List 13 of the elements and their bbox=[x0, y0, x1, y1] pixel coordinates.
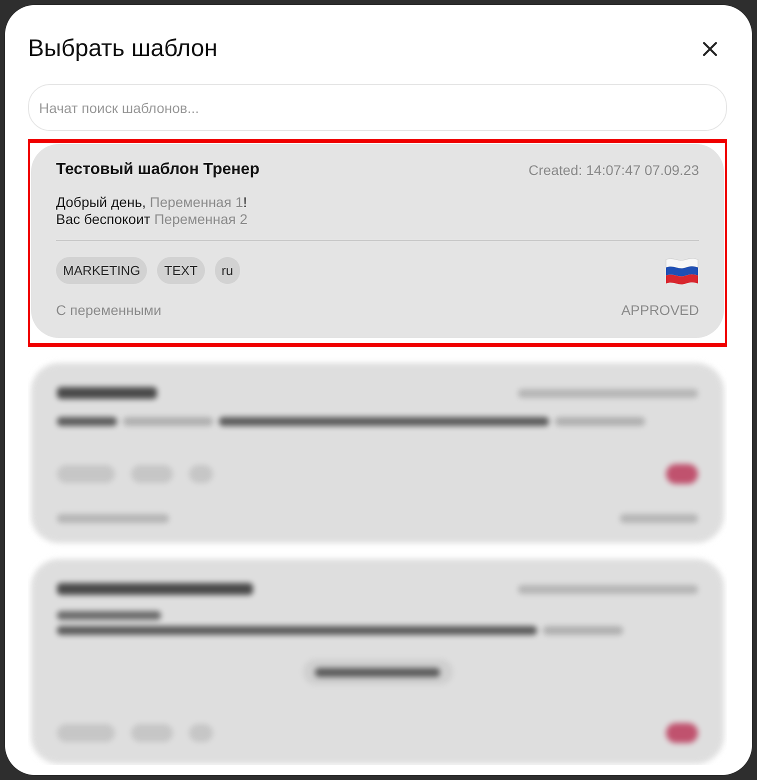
dialog-title: Выбрать шаблон bbox=[28, 34, 218, 64]
variables-note: С переменными bbox=[56, 301, 162, 320]
message-line: Вас беспокоит Переменная 2 bbox=[56, 211, 248, 228]
search-field[interactable]: Начат поиск шаблонов... bbox=[28, 84, 727, 131]
template-title: Тестовый шаблон Тренер bbox=[56, 160, 260, 180]
tag: MARKETING bbox=[56, 257, 148, 284]
status-label: APPROVED bbox=[621, 301, 699, 320]
message-line: Добрый день, Переменная 1! bbox=[56, 194, 247, 211]
flag-icon bbox=[665, 256, 699, 284]
tag: ru bbox=[214, 257, 240, 284]
created-date: Created: 14:07:47 07.09.23 bbox=[528, 161, 699, 180]
template-card[interactable]: Тестовый шаблон Тренер Created: 14:07:47 07.09.23 Добрый день, Переменная 1! Вас беспокоит Переменная 2 MARKETING TEXT ru С переменными APPROVED bbox=[31, 144, 724, 338]
tag: TEXT bbox=[157, 257, 205, 284]
